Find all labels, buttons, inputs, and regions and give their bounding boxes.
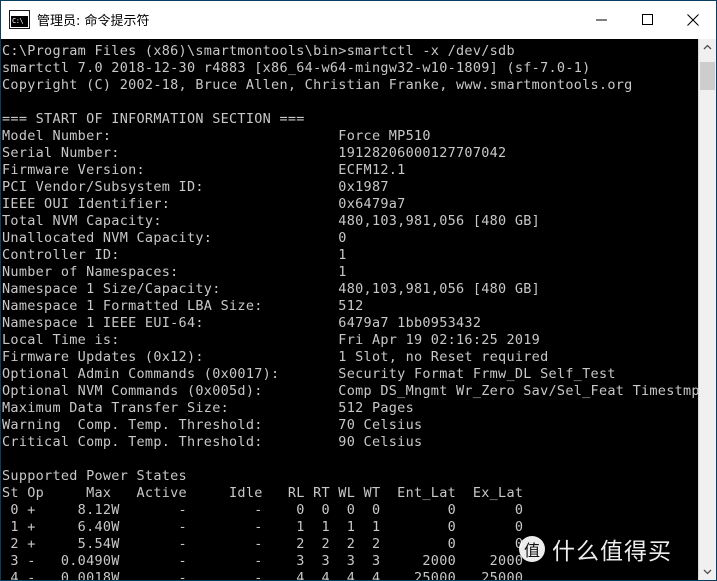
cmd-console-icon — [10, 11, 29, 28]
maximize-button[interactable] — [624, 1, 670, 38]
close-icon — [687, 13, 699, 26]
titlebar-left: 管理员: 命令提示符 — [1, 10, 150, 29]
vertical-scrollbar[interactable] — [698, 39, 716, 580]
console-area: C:\Program Files (x86)\smartmontools\bin… — [1, 39, 716, 580]
console-text: C:\Program Files (x86)\smartmontools\bin… — [2, 43, 698, 580]
scrollbar-thumb[interactable] — [700, 62, 715, 90]
chevron-down-icon — [703, 569, 712, 575]
minimize-button[interactable] — [578, 1, 624, 38]
scrollbar-track[interactable] — [699, 56, 716, 563]
window-controls — [578, 1, 716, 38]
chevron-up-icon — [703, 44, 712, 50]
minimize-icon — [595, 19, 607, 21]
window-title: 管理员: 命令提示符 — [37, 14, 150, 29]
close-button[interactable] — [670, 1, 716, 38]
scroll-up-button[interactable] — [699, 39, 716, 56]
console-output[interactable]: C:\Program Files (x86)\smartmontools\bin… — [1, 39, 698, 580]
maximize-icon — [641, 14, 653, 25]
command-prompt-window: 管理员: 命令提示符 C:\Program F — [0, 0, 717, 581]
scroll-down-button[interactable] — [699, 563, 716, 580]
titlebar[interactable]: 管理员: 命令提示符 — [1, 1, 716, 39]
